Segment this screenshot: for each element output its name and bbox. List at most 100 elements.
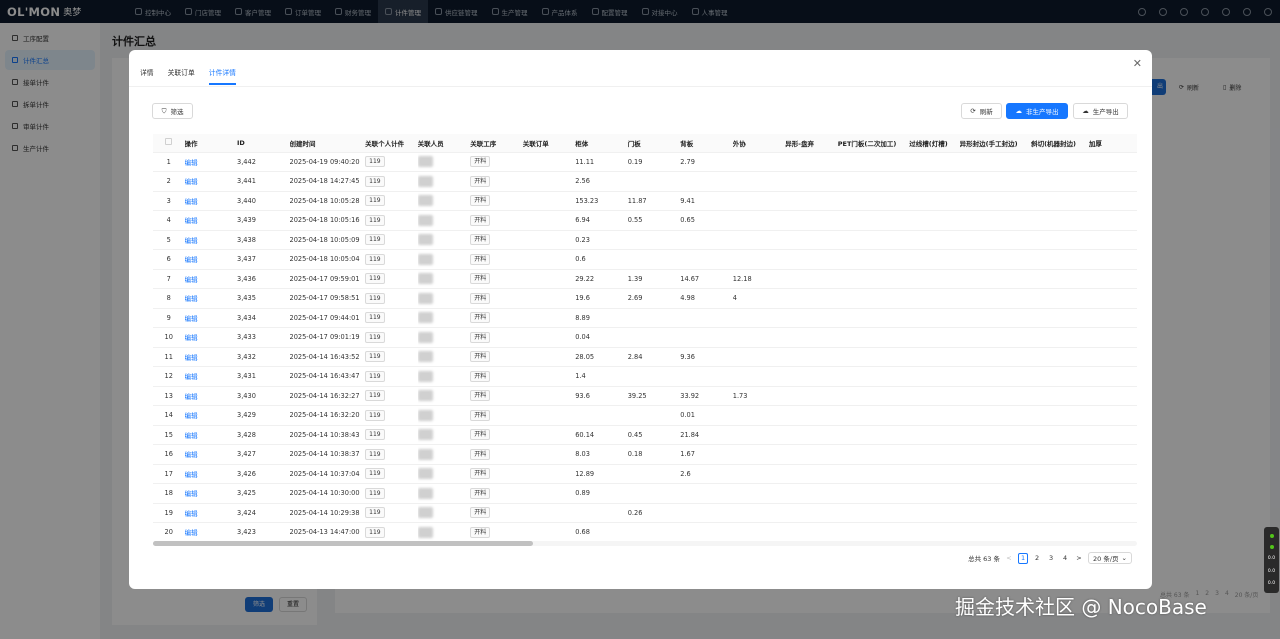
bg-pager-item[interactable]: 4 [1225, 590, 1229, 599]
edit-link[interactable]: 编辑 [185, 256, 198, 264]
blurred-person-name [417, 526, 433, 538]
personal-piece-tag[interactable]: 119 [365, 312, 385, 324]
process-tag[interactable]: 开料 [470, 312, 491, 324]
edit-link[interactable]: 编辑 [185, 198, 198, 206]
personal-piece-tag[interactable]: 119 [365, 253, 385, 265]
edit-link[interactable]: 编辑 [185, 393, 198, 401]
created-time-cell: 2025-04-17 09:44:01 [289, 308, 366, 328]
process-tag[interactable]: 开料 [470, 429, 491, 441]
edit-link[interactable]: 编辑 [185, 373, 198, 381]
edit-link[interactable]: 编辑 [185, 354, 198, 362]
personal-piece-tag[interactable]: 119 [365, 468, 385, 480]
edit-link[interactable]: 编辑 [185, 276, 198, 284]
edit-link[interactable]: 编辑 [185, 295, 198, 303]
process-tag[interactable]: 开料 [470, 331, 491, 343]
next-page-button[interactable]: > [1074, 553, 1084, 564]
process-cell: 开料 [470, 269, 523, 289]
personal-piece-tag[interactable]: 119 [365, 370, 385, 382]
filter-button[interactable]: ⛉ 筛选 [152, 103, 193, 119]
edit-link[interactable]: 编辑 [185, 315, 198, 323]
process-tag[interactable]: 开料 [470, 370, 491, 382]
process-tag[interactable]: 开料 [470, 351, 491, 363]
process-tag[interactable]: 开料 [470, 390, 491, 402]
order-cell [522, 464, 576, 484]
checkbox[interactable] [165, 138, 173, 146]
process-tag[interactable]: 开料 [470, 175, 491, 187]
process-cell: 开料 [470, 503, 523, 523]
personal-piece-tag[interactable]: 119 [365, 526, 385, 538]
production-export-button[interactable]: ☁ 生产导出 [1073, 103, 1128, 119]
process-tag[interactable]: 开料 [470, 409, 491, 421]
select-all-checkbox[interactable] [153, 134, 185, 153]
floating-status-widget[interactable]: 0.0 0.0 0.0 [1264, 527, 1279, 593]
personal-piece-tag[interactable]: 119 [365, 390, 385, 402]
edit-link[interactable]: 编辑 [185, 432, 198, 440]
process-tag[interactable]: 开料 [470, 214, 491, 226]
edit-link[interactable]: 编辑 [185, 529, 198, 537]
process-tag[interactable]: 开料 [470, 526, 491, 538]
personal-piece-tag[interactable]: 119 [365, 214, 385, 226]
personal-piece-tag[interactable]: 119 [365, 331, 385, 343]
tab[interactable]: 详情 [140, 67, 154, 85]
personal-piece-tag[interactable]: 119 [365, 156, 385, 168]
table-row: 1 编辑 3,442 2025-04-19 09:40:20 119 开料 11.11 0.1… [153, 152, 1137, 172]
personal-piece-tag[interactable]: 119 [365, 175, 385, 187]
personal-piece-tag[interactable]: 119 [365, 292, 385, 304]
tab[interactable]: 计件详情 [208, 67, 236, 85]
personal-piece-tag[interactable]: 119 [365, 351, 385, 363]
tab[interactable]: 关联订单 [168, 67, 195, 85]
nonproduction-export-button[interactable]: ☁ 非生产导出 [1006, 103, 1068, 119]
personal-piece-tag[interactable]: 119 [365, 448, 385, 460]
column-header: 外协 [732, 134, 786, 153]
page-button[interactable]: 1 [1018, 552, 1029, 564]
personal-piece-tag[interactable]: 119 [365, 507, 385, 519]
page-button[interactable]: 4 [1060, 553, 1070, 564]
page-size-select[interactable]: 20 条/页 ⌄ [1088, 552, 1132, 564]
id-cell: 3,426 [237, 464, 290, 484]
process-tag[interactable]: 开料 [470, 292, 491, 304]
process-tag[interactable]: 开料 [470, 234, 491, 246]
edit-link[interactable]: 编辑 [185, 490, 198, 498]
horizontal-scrollbar[interactable] [153, 541, 1137, 546]
personal-piece-tag[interactable]: 119 [365, 429, 385, 441]
bg-pager-item[interactable]: 20 条/页 [1235, 590, 1259, 599]
personal-piece-cell: 119 [365, 347, 418, 367]
personal-piece-tag[interactable]: 119 [365, 487, 385, 499]
page-button[interactable]: 2 [1032, 553, 1042, 564]
bg-pager-item[interactable]: 3 [1215, 590, 1219, 599]
process-tag[interactable]: 开料 [470, 468, 491, 480]
process-tag[interactable]: 开料 [470, 273, 491, 285]
edit-link[interactable]: 编辑 [185, 237, 198, 245]
edit-link[interactable]: 编辑 [185, 510, 198, 518]
edit-link[interactable]: 编辑 [185, 217, 198, 225]
edit-link[interactable]: 编辑 [185, 178, 198, 186]
scrollbar-thumb[interactable] [153, 541, 533, 546]
edit-link[interactable]: 编辑 [185, 334, 198, 342]
close-icon[interactable]: ✕ [1133, 58, 1142, 69]
edit-link[interactable]: 编辑 [185, 471, 198, 479]
person-cell [417, 503, 471, 523]
process-tag[interactable]: 开料 [470, 253, 491, 265]
empty-cell [959, 366, 1032, 387]
refresh-button[interactable]: ⟳ 刷新 [961, 103, 1002, 119]
process-tag[interactable]: 开料 [470, 195, 491, 207]
edit-link[interactable]: 编辑 [185, 412, 198, 420]
process-tag[interactable]: 开料 [470, 507, 491, 519]
empty-cell [1031, 386, 1089, 406]
detail-card: ⛉ 筛选 ⟳ 刷新 ☁ 非生产导出 ☁ 生产导出 操作 ID 创建时间 关联个人… [141, 92, 1141, 577]
edit-link[interactable]: 编辑 [185, 159, 198, 167]
edit-link[interactable]: 编辑 [185, 451, 198, 459]
personal-piece-tag[interactable]: 119 [365, 234, 385, 246]
back-cell: 9.41 [680, 191, 733, 211]
process-tag[interactable]: 开料 [470, 448, 491, 460]
personal-piece-tag[interactable]: 119 [365, 409, 385, 421]
order-cell [522, 386, 576, 406]
empty-cell [1031, 249, 1089, 270]
process-tag[interactable]: 开料 [470, 487, 491, 499]
process-tag[interactable]: 开料 [470, 156, 491, 168]
page-button[interactable]: 3 [1046, 553, 1056, 564]
prev-page-button[interactable]: < [1004, 553, 1014, 564]
personal-piece-tag[interactable]: 119 [365, 273, 385, 285]
personal-piece-tag[interactable]: 119 [365, 195, 385, 207]
process-cell: 开料 [470, 444, 523, 465]
